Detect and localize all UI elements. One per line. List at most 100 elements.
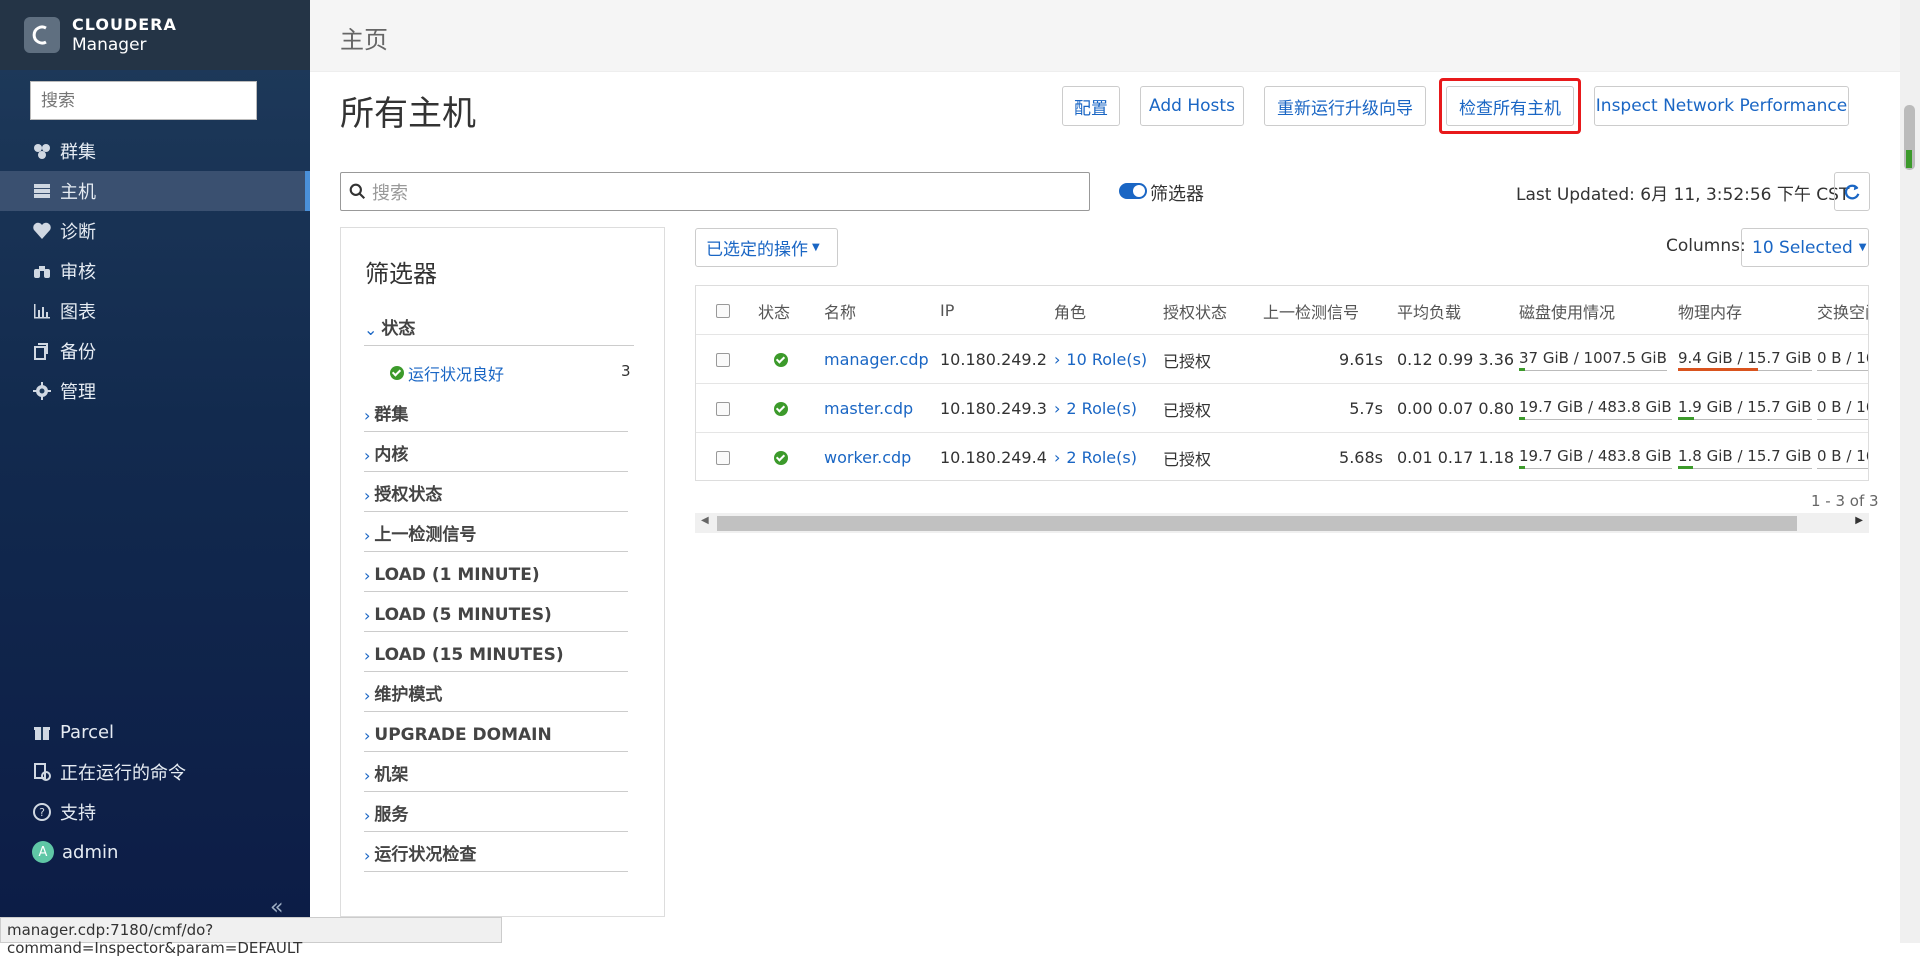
sidebar-search-input[interactable] — [30, 81, 257, 120]
disk-usage-fill — [1519, 416, 1526, 420]
pager-info: 1 - 3 of 3 — [1811, 492, 1879, 510]
filter-section[interactable]: › LOAD (5 MINUTES) — [364, 592, 628, 632]
host-name-link[interactable]: worker.cdp — [824, 433, 911, 480]
roles-link[interactable]: › 10 Role(s) — [1054, 335, 1147, 384]
sidebar-item-label: 支持 — [60, 803, 96, 824]
filter-section-label: 状态 — [381, 319, 416, 339]
sidebar-item-clusters[interactable]: 群集 — [0, 131, 310, 171]
col-heartbeat[interactable]: 上一检测信号 — [1263, 286, 1359, 335]
col-memory[interactable]: 物理内存 — [1678, 286, 1742, 335]
select-all-checkbox[interactable] — [716, 303, 730, 318]
sidebar-item-label: 备份 — [60, 342, 96, 363]
col-ip[interactable]: IP — [940, 286, 954, 335]
filter-toggle[interactable] — [1119, 183, 1147, 199]
sidebar-item-admin[interactable]: 管理 — [0, 371, 310, 411]
filter-section[interactable]: › LOAD (1 MINUTE) — [364, 552, 628, 592]
brand-logo[interactable]: CLOUDERA Manager — [0, 0, 310, 70]
sidebar-item-label: 主机 — [60, 182, 96, 203]
status-url: manager.cdp:7180/cmf/do?command=Inspecto… — [0, 917, 502, 957]
chevron-right-icon: › — [364, 406, 371, 425]
sidebar-item-running-commands[interactable]: 正在运行的命令 — [0, 752, 310, 792]
table-row[interactable]: manager.cdp 10.180.249.2 › 10 Role(s) 已授权 9.6… — [696, 335, 1868, 384]
disk-usage-text: 37 GiB / 1007.5 GiB — [1519, 348, 1667, 367]
filter-section-label: 内核 — [374, 445, 409, 465]
row-checkbox[interactable] — [716, 450, 730, 465]
breadcrumb[interactable]: 主页 — [340, 20, 388, 55]
scroll-left-icon[interactable]: ◀ — [701, 515, 709, 526]
col-roles[interactable]: 角色 — [1054, 286, 1086, 335]
selected-actions-dropdown[interactable]: 已选定的操作 ▼ — [695, 228, 838, 267]
dropdown-label: 已选定的操作 — [706, 240, 808, 260]
auth-status: 已授权 — [1163, 449, 1212, 469]
roles-link[interactable]: › 2 Role(s) — [1054, 384, 1137, 433]
cloudera-logo-icon — [24, 17, 60, 53]
dropdown-label: 10 Selected — [1752, 237, 1853, 258]
check-circle-icon — [774, 450, 788, 465]
col-auth[interactable]: 授权状态 — [1163, 286, 1227, 335]
horizontal-scrollbar[interactable]: ◀ ▶ — [695, 513, 1869, 533]
heartbeat: 5.7s — [1349, 399, 1383, 418]
col-name[interactable]: 名称 — [824, 286, 856, 335]
inspect-network-button[interactable]: Inspect Network Performance — [1594, 86, 1849, 126]
sidebar-item-support[interactable]: ? 支持 — [0, 792, 310, 832]
filter-section[interactable]: › 运行状况检查 — [364, 832, 628, 872]
filter-section[interactable]: › LOAD (15 MINUTES) — [364, 632, 628, 672]
filter-section-label: 授权状态 — [374, 485, 443, 505]
col-load[interactable]: 平均负载 — [1397, 286, 1461, 335]
row-checkbox[interactable] — [716, 352, 730, 367]
binoculars-icon — [34, 266, 50, 278]
filter-section[interactable]: › 内核 — [364, 432, 628, 472]
filter-section[interactable]: › 服务 — [364, 792, 628, 832]
table-row[interactable]: worker.cdp 10.180.249.4 › 2 Role(s) 已授权 5.68s… — [696, 433, 1868, 480]
sidebar-item-backup[interactable]: 备份 — [0, 331, 310, 371]
col-disk[interactable]: 磁盘使用情况 — [1519, 286, 1615, 335]
disk-usage-fill — [1519, 367, 1525, 371]
disk-usage-bar: 19.7 GiB / 483.8 GiB — [1519, 398, 1672, 420]
host-search-input[interactable]: 搜索 — [340, 172, 1090, 211]
chevron-down-icon: ⌄ — [364, 320, 378, 339]
memory-usage-text: 1.9 GiB / 15.7 GiB — [1678, 397, 1812, 416]
config-button[interactable]: 配置 — [1062, 86, 1120, 126]
filter-section-label: UPGRADE DOMAIN — [374, 725, 552, 745]
table-row[interactable]: master.cdp 10.180.249.3 › 2 Role(s) 已授权 5.7s 0… — [696, 384, 1868, 433]
filter-section-state[interactable]: ⌄ 状态 — [364, 306, 634, 346]
sidebar-item-audits[interactable]: 审核 — [0, 251, 310, 291]
columns-dropdown[interactable]: 10 Selected ▼ — [1741, 228, 1869, 267]
filter-section[interactable]: › 群集 — [364, 392, 628, 432]
columns-label: Columns: — [1666, 236, 1746, 256]
col-swap[interactable]: 交换空间 — [1817, 286, 1868, 335]
check-circle-icon — [390, 366, 404, 380]
sidebar-item-parcel[interactable]: Parcel — [0, 712, 310, 752]
filter-section[interactable]: › 授权状态 — [364, 472, 628, 512]
host-name-link[interactable]: manager.cdp — [824, 335, 929, 384]
question-icon: ? — [33, 803, 51, 821]
chevron-right-icon: › — [364, 646, 371, 665]
auth-status: 已授权 — [1163, 400, 1212, 420]
refresh-icon — [1844, 184, 1860, 199]
chevron-right-icon: › — [364, 806, 371, 825]
roles-link[interactable]: › 2 Role(s) — [1054, 433, 1137, 480]
sidebar-item-diagnostics[interactable]: 诊断 — [0, 211, 310, 251]
filter-section[interactable]: › 维护模式 — [364, 672, 628, 712]
scrollbar-thumb[interactable] — [717, 516, 1797, 531]
vertical-scrollbar[interactable] — [1900, 0, 1920, 943]
chevron-right-icon: › — [364, 726, 371, 745]
filter-section[interactable]: › 机架 — [364, 752, 628, 792]
filter-section[interactable]: › UPGRADE DOMAIN — [364, 712, 628, 752]
refresh-button[interactable] — [1834, 172, 1870, 211]
scroll-right-icon[interactable]: ▶ — [1855, 515, 1863, 526]
rerun-upgrade-button[interactable]: 重新运行升级向导 — [1264, 86, 1426, 126]
sidebar-item-charts[interactable]: 图表 — [0, 291, 310, 331]
add-hosts-button[interactable]: Add Hosts — [1140, 86, 1244, 126]
row-checkbox[interactable] — [716, 401, 730, 416]
filter-good-health[interactable]: 运行状况良好 — [390, 361, 504, 385]
sidebar-item-user[interactable]: A admin — [0, 832, 310, 872]
host-ip: 10.180.249.3 — [940, 399, 1047, 418]
search-icon — [349, 183, 366, 200]
col-status[interactable]: 状态 — [758, 286, 790, 335]
host-ip: 10.180.249.2 — [940, 350, 1047, 369]
filter-section-label: 服务 — [374, 805, 409, 825]
filter-section[interactable]: › 上一检测信号 — [364, 512, 628, 552]
host-name-link[interactable]: master.cdp — [824, 384, 913, 433]
sidebar-item-hosts[interactable]: 主机 — [0, 171, 310, 211]
